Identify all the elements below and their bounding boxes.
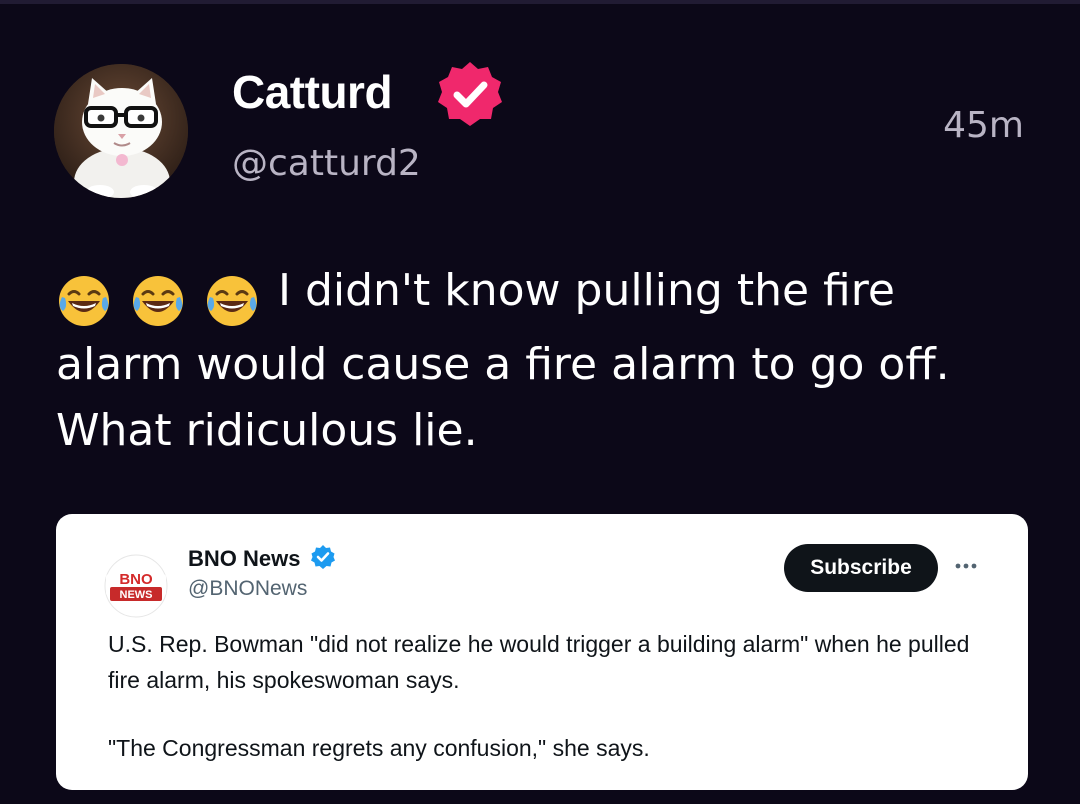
bno-logo-text-bottom: NEWS	[120, 589, 153, 601]
blue-verified-badge-icon	[310, 544, 336, 570]
laughing-tears-emoji-icon	[207, 276, 257, 326]
verified-badge-icon	[434, 58, 506, 130]
tweet-text: I didn't know pulling the fire alarm wou…	[56, 258, 1016, 464]
subscribe-button[interactable]: Subscribe	[784, 544, 938, 592]
display-name[interactable]: Catturd	[232, 64, 393, 120]
top-border	[0, 0, 1080, 4]
bno-logo-text-top: BNO	[119, 571, 153, 588]
more-dots-icon[interactable]	[952, 552, 980, 580]
timestamp[interactable]: 45m	[943, 102, 1024, 150]
quoted-paragraph: U.S. Rep. Bowman "did not realize he wou…	[108, 631, 970, 693]
cat-with-glasses-avatar-icon	[54, 64, 188, 198]
user-handle[interactable]: @catturd2	[232, 140, 421, 188]
quoted-post-text: U.S. Rep. Bowman "did not realize he wou…	[108, 626, 988, 766]
quoted-post-card[interactable]: BNO NEWS BNO News @BNONews Subscribe U.S…	[56, 514, 1028, 790]
avatar[interactable]	[54, 64, 188, 198]
verified-badge-shape	[438, 62, 502, 126]
quoted-author-name[interactable]: BNO News	[188, 544, 300, 574]
quoted-author-handle[interactable]: @BNONews	[188, 574, 307, 604]
bno-news-logo: BNO NEWS	[104, 554, 168, 618]
quoted-paragraph: "The Congressman regrets any confusion,"…	[108, 735, 650, 761]
laughing-tears-emoji-icon	[59, 276, 109, 326]
laughing-tears-emoji-icon	[133, 276, 183, 326]
emoji-row	[56, 266, 264, 332]
